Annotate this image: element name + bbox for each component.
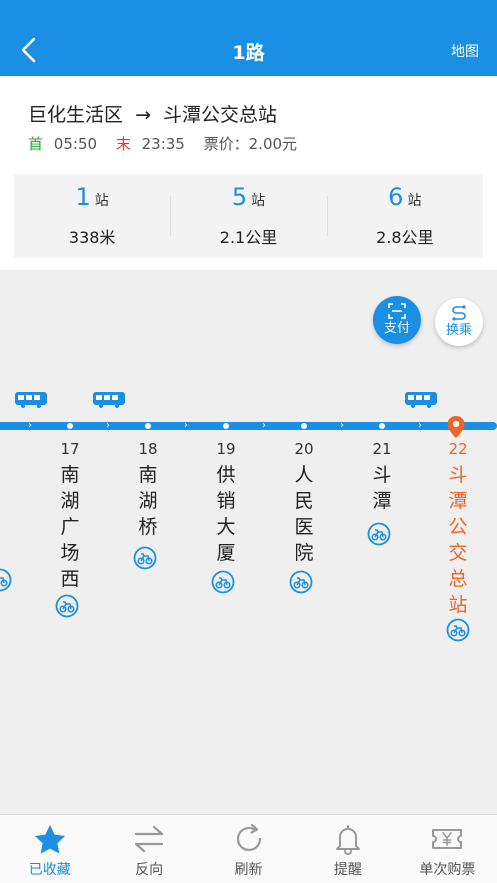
last-bus-label: 末 xyxy=(115,135,131,153)
tab-single-ticket[interactable]: 单次购票 xyxy=(398,815,497,883)
stations-away: 1 xyxy=(75,183,91,211)
station-20[interactable]: 20 人民医院 xyxy=(289,438,319,566)
ticket-yuan-icon xyxy=(432,829,463,849)
route-info-card: 巨化生活区 → 斗潭公交总站 首 05:50 末 23:35 票价：2.00元 … xyxy=(0,76,497,270)
tab-label: 单次购票 xyxy=(419,862,476,878)
transfer-button[interactable]: 换乘 xyxy=(435,298,483,346)
tab-reminder[interactable]: 提醒 xyxy=(298,815,397,883)
station-index: 22 xyxy=(448,440,468,458)
first-bus-label: 首 xyxy=(28,135,44,153)
pay-label: 支付 xyxy=(383,321,410,336)
route-direction: 巨化生活区 → 斗潭公交总站 xyxy=(28,100,277,127)
station-dot xyxy=(379,423,385,429)
bus-icon[interactable] xyxy=(93,392,125,408)
scan-icon xyxy=(388,303,406,319)
fare-label: 票价： xyxy=(203,135,249,153)
bike-share-icon[interactable] xyxy=(446,618,470,642)
route-s-icon xyxy=(452,305,466,321)
station-name: 南湖桥 xyxy=(138,464,158,538)
direction-chevron-icon: › xyxy=(184,420,188,431)
bell-icon xyxy=(335,825,360,855)
station-dot xyxy=(145,423,151,429)
map-button[interactable]: 地图 xyxy=(451,41,479,61)
destination-station: 斗潭公交总站 xyxy=(163,104,278,126)
station-17[interactable]: 17 南湖广场西 xyxy=(55,438,85,592)
bottom-tab-bar: 已收藏 反向 刷新 提醒 单次购票 xyxy=(0,814,497,883)
tab-label: 已收藏 xyxy=(28,862,71,878)
bike-share-icon[interactable] xyxy=(133,546,157,570)
bus-icon[interactable] xyxy=(15,392,47,408)
station-name: 斗潭 xyxy=(372,464,392,512)
stations-away: 6 xyxy=(388,183,404,211)
station-18[interactable]: 18 南湖桥 xyxy=(133,438,163,540)
last-bus-time: 23:35 xyxy=(141,135,185,153)
station-dot xyxy=(301,423,307,429)
distance-away: 2.1公里 xyxy=(219,228,278,247)
stations-unit: 站 xyxy=(251,193,266,209)
station-name: 供销大厦 xyxy=(216,464,236,564)
station-index: 20 xyxy=(294,440,314,458)
first-bus-time: 05:50 xyxy=(53,135,98,153)
station-22-terminal[interactable]: 22 斗潭公交总站 xyxy=(443,438,473,618)
direction-chevron-icon: › xyxy=(418,420,422,431)
direction-chevron-icon: › xyxy=(262,420,266,431)
station-name: 斗潭公交总站 xyxy=(448,464,468,616)
stations-unit: 站 xyxy=(407,193,422,209)
transfer-label: 换乘 xyxy=(445,323,472,338)
station-19[interactable]: 19 供销大厦 xyxy=(211,438,241,566)
station-index: 19 xyxy=(216,440,236,458)
bus-stat-2[interactable]: 5站 2.1公里 xyxy=(170,174,326,258)
top-bar: 1路 地图 xyxy=(0,0,497,76)
tab-label: 反向 xyxy=(135,862,164,878)
tab-label: 刷新 xyxy=(234,862,263,878)
nearby-bus-stats: 1站 338米 5站 2.1公里 6站 2.8公里 xyxy=(14,174,483,258)
stations-unit: 站 xyxy=(94,193,109,209)
star-icon xyxy=(34,825,65,854)
tab-favorited[interactable]: 已收藏 xyxy=(0,815,99,883)
bus-stat-1[interactable]: 1站 338米 xyxy=(14,174,170,258)
tab-reverse[interactable]: 反向 xyxy=(99,815,198,883)
bus-icon[interactable] xyxy=(405,392,437,408)
station-index: 17 xyxy=(60,440,80,458)
station-21[interactable]: 21 斗潭 xyxy=(367,438,397,514)
tab-label: 提醒 xyxy=(333,862,362,878)
station-index: 21 xyxy=(372,440,392,458)
distance-away: 2.8公里 xyxy=(376,228,434,247)
refresh-icon xyxy=(236,823,261,852)
fare-value: 2.00元 xyxy=(248,135,298,153)
bike-share-icon[interactable] xyxy=(211,570,235,594)
tab-refresh[interactable]: 刷新 xyxy=(199,815,298,883)
station-name: 人民医院 xyxy=(294,464,314,564)
bike-share-icon[interactable] xyxy=(367,522,391,546)
station-dot xyxy=(223,423,229,429)
bike-share-icon[interactable] xyxy=(55,594,79,618)
swap-arrows-icon xyxy=(135,825,164,853)
route-line-map[interactable]: 支付 换乘 › › › › › › 17 南 湖 广 场 西 18 南 湖 桥 … xyxy=(0,270,497,814)
station-index: 18 xyxy=(138,440,158,458)
bike-share-icon[interactable] xyxy=(289,570,313,594)
bus-stat-3[interactable]: 6站 2.8公里 xyxy=(326,174,483,258)
direction-arrow: → xyxy=(135,104,151,126)
route-track xyxy=(0,422,497,430)
direction-chevron-icon: › xyxy=(106,420,110,431)
station-dot xyxy=(67,423,73,429)
schedule-line: 首 05:50 末 23:35 票价：2.00元 xyxy=(28,133,297,154)
distance-away: 338米 xyxy=(68,228,116,247)
direction-chevron-icon: › xyxy=(28,420,32,431)
stations-away: 5 xyxy=(231,183,248,211)
current-location-pin-icon xyxy=(447,416,465,438)
direction-chevron-icon: › xyxy=(340,420,344,431)
bike-share-icon[interactable] xyxy=(0,568,12,592)
origin-station: 巨化生活区 xyxy=(28,104,124,126)
pay-button[interactable]: 支付 xyxy=(373,296,421,344)
page-title: 1路 xyxy=(232,42,265,64)
station-name: 南湖广场西 xyxy=(60,464,80,590)
